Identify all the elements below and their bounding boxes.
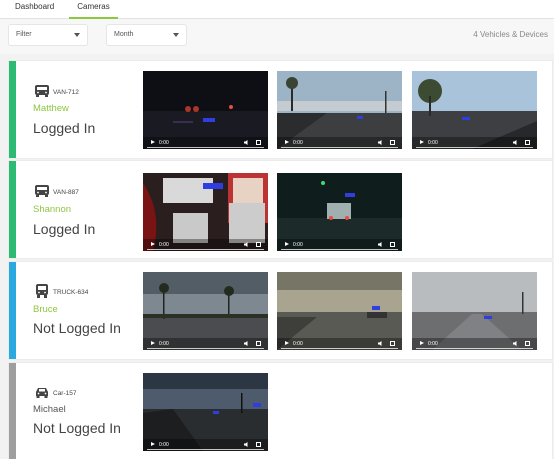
progress-bar[interactable] bbox=[416, 147, 533, 148]
volume-icon[interactable] bbox=[378, 140, 384, 145]
fullscreen-icon[interactable] bbox=[256, 242, 261, 247]
fullscreen-icon[interactable] bbox=[256, 341, 261, 346]
login-status: Logged In bbox=[33, 221, 96, 237]
login-status: Not Logged In bbox=[33, 420, 121, 436]
filter-dropdown[interactable]: Filter bbox=[9, 25, 87, 45]
video-controls: 0:00 bbox=[412, 137, 537, 149]
driver-name: Shannon bbox=[33, 204, 72, 215]
progress-bar[interactable] bbox=[281, 348, 398, 349]
video-time: 0:00 bbox=[159, 140, 169, 146]
login-status: Logged In bbox=[33, 120, 96, 136]
filter-dropdown-label: Filter bbox=[16, 31, 32, 38]
video-player[interactable]: 0:00 bbox=[412, 71, 537, 149]
play-icon[interactable] bbox=[151, 341, 155, 345]
volume-icon[interactable] bbox=[244, 341, 250, 346]
video-player[interactable]: 0:00 bbox=[143, 373, 268, 451]
volume-icon[interactable] bbox=[513, 341, 519, 346]
fullscreen-icon[interactable] bbox=[390, 242, 395, 247]
fullscreen-icon[interactable] bbox=[256, 140, 261, 145]
vehicle-card-van-887: VAN-887 Shannon Logged In 0:00 0:00 bbox=[9, 161, 552, 258]
vehicle-id: VAN-887 bbox=[53, 189, 79, 196]
van-icon bbox=[35, 185, 49, 197]
video-time: 0:00 bbox=[293, 140, 303, 146]
play-icon[interactable] bbox=[151, 140, 155, 144]
top-nav: Dashboard Cameras bbox=[0, 0, 554, 19]
video-player[interactable]: 0:00 bbox=[277, 71, 402, 149]
vehicle-card-car-157: Car-157 Michael Not Logged In 0:00 bbox=[9, 363, 552, 459]
volume-icon[interactable] bbox=[244, 242, 250, 247]
vehicle-device-count: 4 Vehicles & Devices bbox=[473, 30, 548, 39]
vehicle-id: Car-157 bbox=[53, 390, 77, 397]
truck-icon bbox=[36, 284, 48, 298]
video-player[interactable]: 0:00 bbox=[412, 272, 537, 350]
video-time: 0:00 bbox=[428, 341, 438, 347]
play-icon[interactable] bbox=[285, 140, 289, 144]
fullscreen-icon[interactable] bbox=[390, 140, 395, 145]
login-status: Not Logged In bbox=[33, 320, 121, 336]
play-icon[interactable] bbox=[151, 442, 155, 446]
video-player[interactable]: 0:00 bbox=[143, 173, 268, 251]
volume-icon[interactable] bbox=[513, 140, 519, 145]
video-player[interactable]: 0:00 bbox=[277, 272, 402, 350]
play-icon[interactable] bbox=[285, 341, 289, 345]
video-controls: 0:00 bbox=[143, 439, 268, 451]
progress-bar[interactable] bbox=[147, 147, 264, 148]
tab-dashboard[interactable]: Dashboard bbox=[15, 0, 54, 19]
play-icon[interactable] bbox=[420, 341, 424, 345]
vehicle-id: TRUCK-634 bbox=[53, 289, 89, 296]
van-icon bbox=[35, 85, 49, 97]
status-stripe bbox=[9, 161, 16, 258]
progress-bar[interactable] bbox=[147, 449, 264, 450]
driver-name: Michael bbox=[33, 404, 66, 415]
fullscreen-icon[interactable] bbox=[525, 341, 530, 346]
progress-bar[interactable] bbox=[281, 147, 398, 148]
play-icon[interactable] bbox=[151, 242, 155, 246]
video-time: 0:00 bbox=[159, 442, 169, 448]
video-time: 0:00 bbox=[159, 242, 169, 248]
month-dropdown-label: Month bbox=[114, 31, 134, 38]
chevron-down-icon bbox=[74, 33, 80, 37]
vehicle-card-truck-634: TRUCK-634 Bruce Not Logged In 0:00 0:00 … bbox=[9, 262, 552, 359]
vehicle-card-van-712: VAN-712 Matthew Logged In 0:00 0:00 0:00 bbox=[9, 61, 552, 158]
play-icon[interactable] bbox=[285, 242, 289, 246]
vehicle-id: VAN-712 bbox=[53, 89, 79, 96]
driver-name: Bruce bbox=[33, 304, 58, 315]
chevron-down-icon bbox=[173, 33, 179, 37]
car-icon bbox=[36, 388, 48, 398]
tab-cameras[interactable]: Cameras bbox=[69, 0, 118, 19]
status-stripe bbox=[9, 262, 16, 359]
volume-icon[interactable] bbox=[378, 341, 384, 346]
video-controls: 0:00 bbox=[277, 239, 402, 251]
volume-icon[interactable] bbox=[378, 242, 384, 247]
video-time: 0:00 bbox=[428, 140, 438, 146]
progress-bar[interactable] bbox=[147, 249, 264, 250]
video-controls: 0:00 bbox=[143, 137, 268, 149]
month-dropdown[interactable]: Month bbox=[107, 25, 186, 45]
progress-bar[interactable] bbox=[281, 249, 398, 250]
filter-bar: Filter Month 4 Vehicles & Devices bbox=[0, 19, 554, 54]
video-time: 0:00 bbox=[293, 341, 303, 347]
fullscreen-icon[interactable] bbox=[525, 140, 530, 145]
fullscreen-icon[interactable] bbox=[390, 341, 395, 346]
video-controls: 0:00 bbox=[143, 338, 268, 350]
video-time: 0:00 bbox=[159, 341, 169, 347]
video-player[interactable]: 0:00 bbox=[143, 272, 268, 350]
video-controls: 0:00 bbox=[277, 338, 402, 350]
video-player[interactable]: 0:00 bbox=[277, 173, 402, 251]
video-time: 0:00 bbox=[293, 242, 303, 248]
video-controls: 0:00 bbox=[277, 137, 402, 149]
volume-icon[interactable] bbox=[244, 140, 250, 145]
progress-bar[interactable] bbox=[147, 348, 264, 349]
progress-bar[interactable] bbox=[416, 348, 533, 349]
video-controls: 0:00 bbox=[143, 239, 268, 251]
fullscreen-icon[interactable] bbox=[256, 442, 261, 447]
status-stripe bbox=[9, 363, 16, 459]
status-stripe bbox=[9, 61, 16, 158]
driver-name: Matthew bbox=[33, 103, 69, 114]
video-controls: 0:00 bbox=[412, 338, 537, 350]
play-icon[interactable] bbox=[420, 140, 424, 144]
video-player[interactable]: 0:00 bbox=[143, 71, 268, 149]
volume-icon[interactable] bbox=[244, 442, 250, 447]
